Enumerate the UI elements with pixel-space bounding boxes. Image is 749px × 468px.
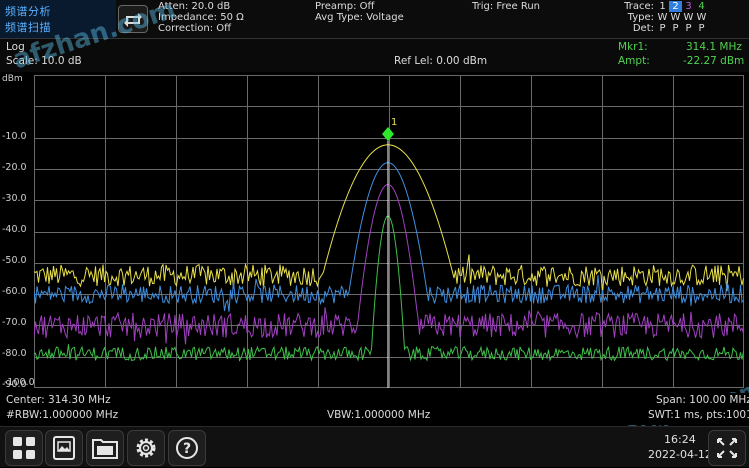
trace-det-1: P (659, 23, 666, 34)
det-label: Det: (632, 23, 654, 34)
trace-1-line (34, 144, 744, 294)
trace-type-2: W (670, 12, 681, 23)
trace-det-3: P (685, 23, 692, 34)
bottom-info: Center: 314.30 MHz #RBW:1.000000 MHz VBW… (0, 393, 749, 425)
mode-subtitle: 频谱扫描 (5, 21, 51, 34)
folder-icon (92, 439, 118, 459)
trace-label: Trace: (624, 1, 654, 12)
y-tick-label-bottom: -100.0 (4, 377, 35, 388)
help-icon: ? (176, 437, 198, 459)
trace-det-2: P (672, 23, 679, 34)
trace-number-4[interactable]: 4 (695, 1, 708, 12)
screenshot-button[interactable] (45, 430, 83, 466)
amplitude-value: -22.27 dBm (683, 55, 745, 67)
fullscreen-icon (717, 438, 737, 458)
trace-table[interactable]: Trace: Type: Det: 1 2 3 4 W W W W P P P … (612, 1, 746, 37)
marker-label: Mkr1: (618, 41, 648, 53)
y-tick-label: -10.0 (2, 131, 27, 142)
trace-det-4: P (698, 23, 705, 34)
clock-time: 16:24 (664, 433, 696, 446)
amplitude-label: Ampt: (618, 55, 650, 67)
trace-number-3[interactable]: 3 (682, 1, 695, 12)
help-button[interactable]: ? (168, 430, 206, 466)
y-tick-label: -30.0 (2, 193, 27, 204)
y-tick-label: -50.0 (2, 255, 27, 266)
mode-title: 频谱分析 (5, 5, 51, 18)
avg-type-text: Avg Type: Voltage (315, 12, 404, 23)
marker-number: 1 (391, 117, 397, 128)
vbw-text[interactable]: VBW:1.000000 MHz (327, 409, 430, 421)
y-tick-label: -80.0 (2, 348, 27, 359)
gear-icon (136, 438, 156, 458)
spectrum-plot[interactable]: 1 (34, 75, 744, 390)
y-tick-label: -60.0 (2, 286, 27, 297)
trace-type-3: W (683, 12, 694, 23)
span-text[interactable]: Span: 100.00 MHz (656, 394, 749, 406)
svg-text:?: ? (183, 441, 191, 457)
center-frequency[interactable]: Center: 314.30 MHz (6, 394, 111, 406)
ref-level-text[interactable]: Ref Lel: 0.00 dBm (394, 55, 487, 67)
settings-button[interactable] (127, 430, 165, 466)
trace-type-1: W (657, 12, 668, 23)
y-unit-label: dBm (2, 74, 23, 84)
trace-type-4: W (696, 12, 707, 23)
file-button[interactable] (86, 430, 124, 466)
taskbar: ? 16:24 2022-04-12 (0, 426, 749, 467)
trace-number-2[interactable]: 2 (669, 1, 682, 12)
trace-3-line (34, 183, 744, 345)
rbw-text[interactable]: #RBW:1.000000 MHz (6, 409, 118, 421)
y-tick-label: -40.0 (2, 224, 27, 235)
y-tick-label: -20.0 (2, 162, 27, 173)
trig-text: Trig: Free Run (472, 1, 540, 12)
preamp-text: Preamp: Off (315, 1, 375, 12)
fullscreen-button[interactable] (708, 430, 746, 466)
plot-grid (34, 75, 744, 388)
sweep-time-text[interactable]: SWT:1 ms, pts:1001 (648, 409, 749, 421)
trace-number-1[interactable]: 1 (656, 1, 669, 12)
clock-date: 2022-04-12 (648, 448, 712, 461)
grid-icon (13, 437, 35, 459)
trace-group (34, 144, 744, 362)
marker-frequency: 314.1 MHz (686, 41, 742, 53)
image-icon (53, 436, 75, 460)
type-label: Type: (627, 12, 654, 23)
y-tick-label: -70.0 (2, 317, 27, 328)
menu-button[interactable] (5, 430, 43, 466)
